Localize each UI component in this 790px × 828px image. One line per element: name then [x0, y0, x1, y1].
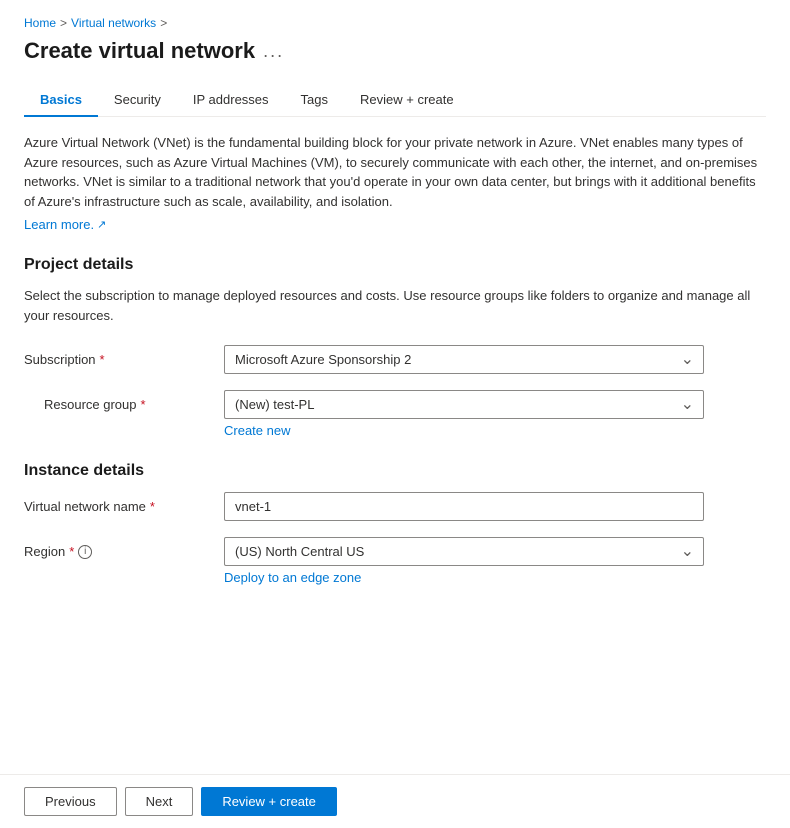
region-info-icon[interactable]: i	[78, 545, 92, 559]
project-details-title: Project details	[24, 256, 766, 274]
instance-details-title: Instance details	[24, 462, 766, 480]
subscription-dropdown-wrap: Microsoft Azure Sponsorship 2	[224, 345, 704, 374]
footer-bar: Previous Next Review + create	[0, 774, 790, 828]
vnet-name-input[interactable]	[224, 492, 704, 521]
vnet-name-control	[224, 492, 704, 521]
next-button[interactable]: Next	[125, 787, 194, 816]
page-title-container: Create virtual network ...	[24, 38, 766, 64]
create-new-link[interactable]: Create new	[224, 423, 290, 438]
breadcrumb-separator-2: >	[160, 16, 167, 30]
breadcrumb-separator-1: >	[60, 16, 67, 30]
region-control: (US) North Central US Deploy to an edge …	[224, 537, 704, 585]
region-label: Region * i	[24, 537, 224, 559]
vnet-name-label: Virtual network name *	[24, 492, 224, 514]
page-title-ellipsis[interactable]: ...	[263, 41, 284, 62]
resource-group-control: (New) test-PL Create new	[224, 390, 704, 438]
subscription-label: Subscription *	[24, 345, 224, 367]
resource-group-label: Resource group *	[24, 390, 224, 412]
review-create-button[interactable]: Review + create	[201, 787, 337, 816]
deploy-edge-link[interactable]: Deploy to an edge zone	[224, 570, 361, 585]
subscription-row: Subscription * Microsoft Azure Sponsorsh…	[24, 345, 766, 374]
resource-group-required: *	[141, 397, 146, 412]
region-required: *	[69, 544, 74, 559]
project-details-description: Select the subscription to manage deploy…	[24, 286, 766, 325]
resource-group-dropdown[interactable]: (New) test-PL	[224, 390, 704, 419]
breadcrumb-home[interactable]: Home	[24, 16, 56, 30]
subscription-dropdown[interactable]: Microsoft Azure Sponsorship 2	[224, 345, 704, 374]
breadcrumb-virtual-networks[interactable]: Virtual networks	[71, 16, 156, 30]
vnet-name-required: *	[150, 499, 155, 514]
resource-group-dropdown-wrap: (New) test-PL	[224, 390, 704, 419]
breadcrumb: Home > Virtual networks >	[24, 16, 766, 30]
tab-security[interactable]: Security	[98, 84, 177, 117]
description-text: Azure Virtual Network (VNet) is the fund…	[24, 133, 766, 211]
page-title: Create virtual network	[24, 38, 255, 64]
learn-more-link[interactable]: Learn more. ↗	[24, 217, 106, 232]
region-dropdown-wrap: (US) North Central US	[224, 537, 704, 566]
tab-basics[interactable]: Basics	[24, 84, 98, 117]
tab-ip-addresses[interactable]: IP addresses	[177, 84, 285, 117]
subscription-required: *	[100, 352, 105, 367]
region-dropdown[interactable]: (US) North Central US	[224, 537, 704, 566]
resource-group-row: Resource group * (New) test-PL Create ne…	[24, 390, 766, 438]
vnet-name-row: Virtual network name *	[24, 492, 766, 521]
tab-review-create[interactable]: Review + create	[344, 84, 470, 117]
previous-button[interactable]: Previous	[24, 787, 117, 816]
external-link-icon: ↗	[97, 218, 106, 231]
tab-bar: Basics Security IP addresses Tags Review…	[24, 84, 766, 117]
subscription-control: Microsoft Azure Sponsorship 2	[224, 345, 704, 374]
tab-tags[interactable]: Tags	[285, 84, 344, 117]
region-row: Region * i (US) North Central US Deploy …	[24, 537, 766, 585]
